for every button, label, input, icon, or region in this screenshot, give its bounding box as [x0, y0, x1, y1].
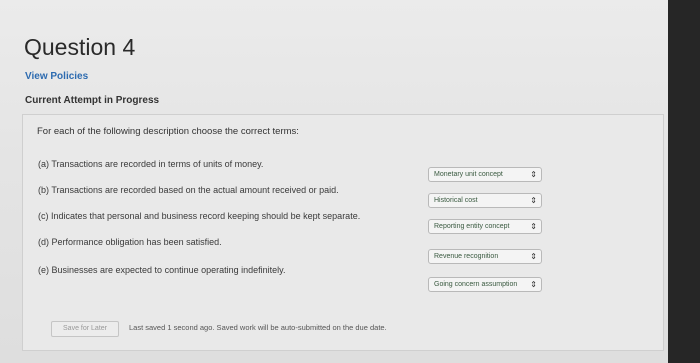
up-down-caret-icon: ⇕	[530, 222, 537, 231]
question-item-a: (a) Transactions are recorded in terms o…	[38, 159, 264, 169]
answer-select-d[interactable]: Revenue recognition ⇕	[428, 249, 542, 264]
attempt-status: Current Attempt in Progress	[25, 95, 160, 106]
answer-select-value: Revenue recognition	[434, 253, 499, 260]
up-down-caret-icon: ⇕	[530, 280, 537, 289]
question-item-b: (b) Transactions are recorded based on t…	[38, 185, 339, 195]
save-for-later-button[interactable]: Save for Later	[51, 321, 119, 337]
view-policies-link[interactable]: View Policies	[25, 71, 88, 82]
answer-select-value: Historical cost	[434, 197, 478, 204]
answer-select-a[interactable]: Monetary unit concept ⇕	[428, 167, 542, 182]
up-down-caret-icon: ⇕	[530, 252, 537, 261]
question-instruction: For each of the following description ch…	[37, 126, 299, 137]
answer-select-e[interactable]: Going concern assumption ⇕	[428, 277, 542, 292]
answer-select-value: Going concern assumption	[434, 281, 518, 288]
answer-select-value: Reporting entity concept	[434, 223, 510, 230]
page-title: Question 4	[24, 34, 136, 60]
answer-select-c[interactable]: Reporting entity concept ⇕	[428, 219, 542, 234]
question-card: For each of the following description ch…	[22, 114, 664, 351]
answer-select-value: Monetary unit concept	[434, 171, 503, 178]
question-item-c: (c) Indicates that personal and business…	[38, 211, 361, 221]
right-edge-bar	[668, 0, 700, 363]
up-down-caret-icon: ⇕	[530, 196, 537, 205]
question-page: Question 4 View Policies Current Attempt…	[0, 0, 668, 363]
question-item-d: (d) Performance obligation has been sati…	[38, 237, 222, 247]
autosave-status: Last saved 1 second ago. Saved work will…	[129, 323, 387, 332]
up-down-caret-icon: ⇕	[530, 170, 537, 179]
question-item-e: (e) Businesses are expected to continue …	[38, 265, 286, 275]
answer-select-b[interactable]: Historical cost ⇕	[428, 193, 542, 208]
